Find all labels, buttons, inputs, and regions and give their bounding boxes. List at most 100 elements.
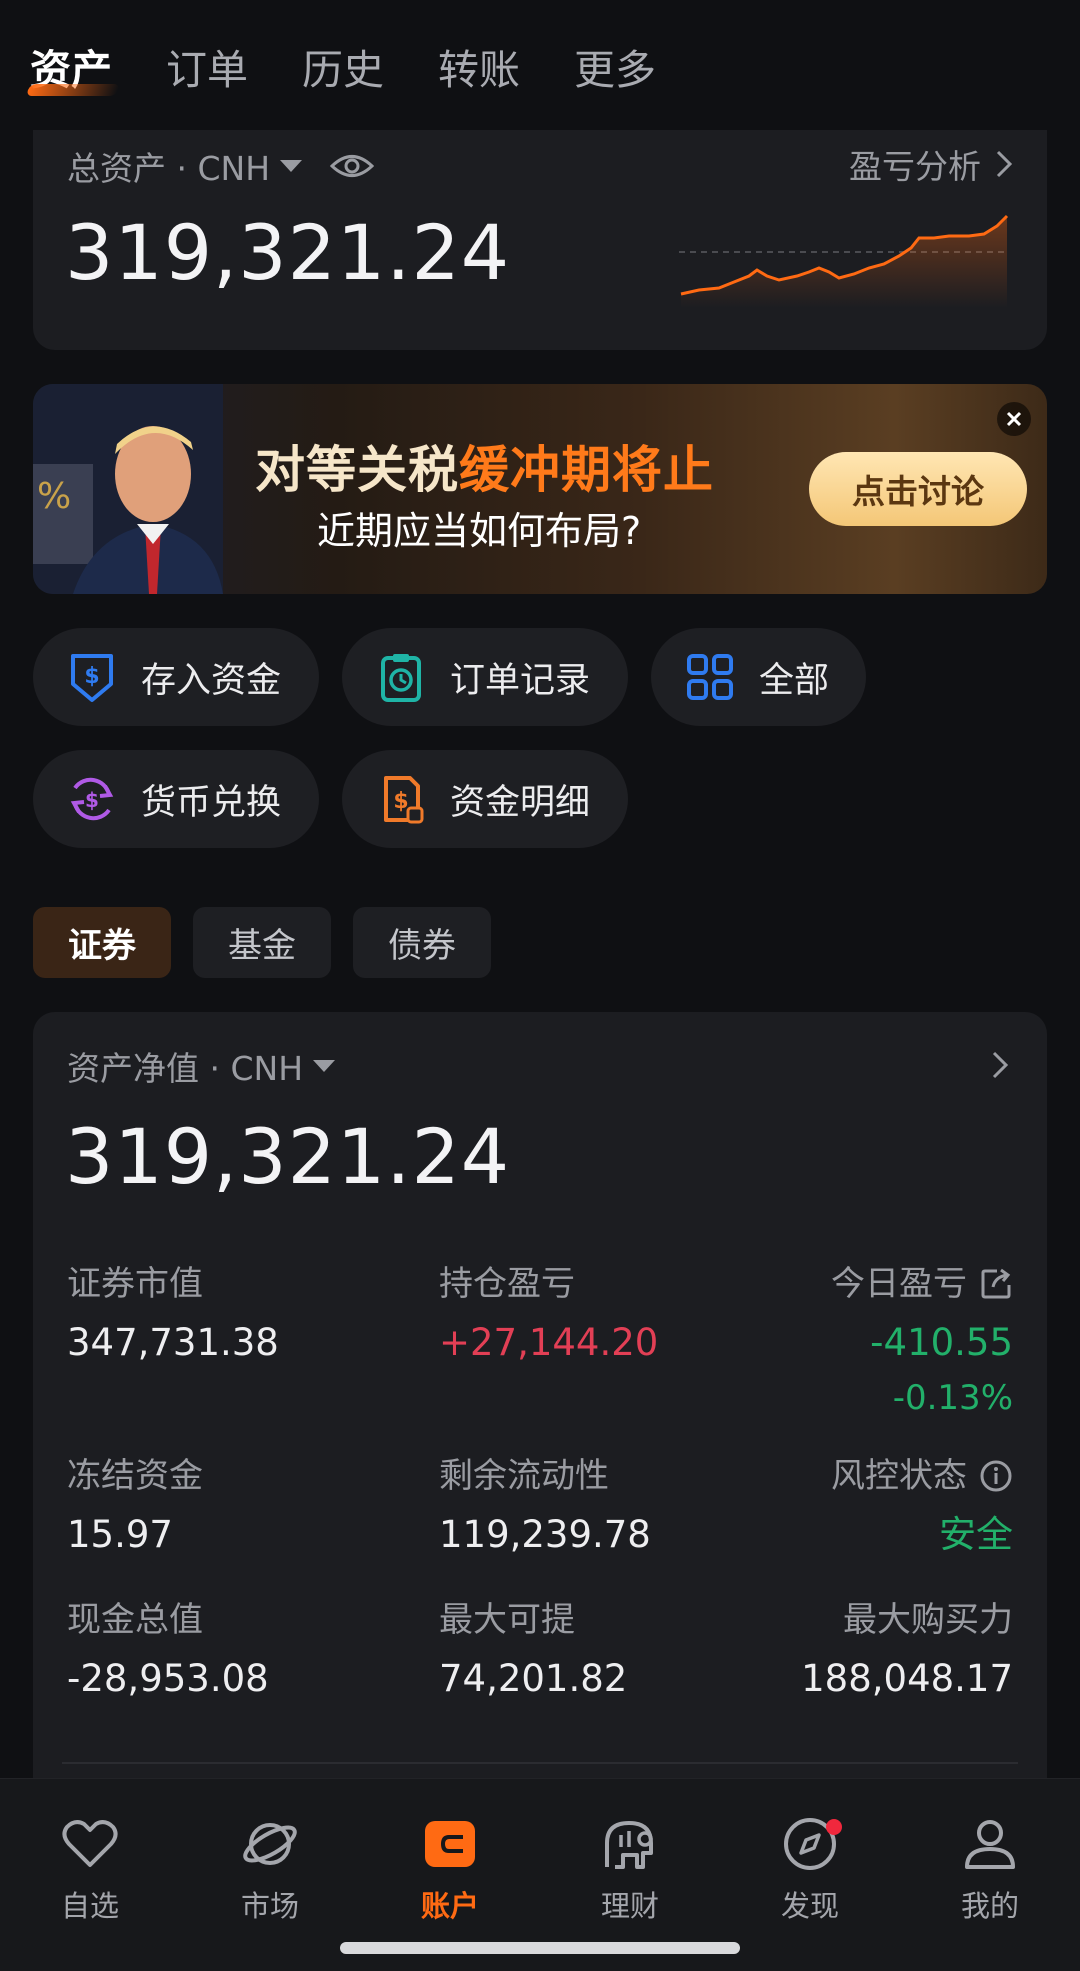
- risk-status-label-row: 风控状态: [753, 1454, 1013, 1498]
- segment-funds[interactable]: 基金: [193, 907, 331, 978]
- all-functions-button[interactable]: 全部: [651, 628, 866, 726]
- max-withdrawable-amount: 74,201.82: [439, 1657, 628, 1700]
- net-assets-card[interactable]: 资产净值 · CNH 319,321.24 证券市值 347,731.38 持仓…: [33, 1012, 1047, 1812]
- risk-status: 风控状态 安全: [753, 1454, 1013, 1560]
- position-pl: 持仓盈亏 +27,144.20: [439, 1262, 658, 1368]
- max-buying-power-amount: 188,048.17: [801, 1657, 1013, 1700]
- max-withdrawable: 最大可提 74,201.82: [439, 1598, 627, 1704]
- total-assets-card: 总资产 · CNH 盈亏分析 319,321.24: [33, 130, 1047, 350]
- pl-analysis-label: 盈亏分析: [849, 147, 981, 186]
- caret-down-icon: [313, 1060, 336, 1072]
- securities-market-value-label: 证券市值: [67, 1264, 203, 1304]
- max-buying-power: 最大购买力 188,048.17: [713, 1598, 1013, 1704]
- asset-trend-sparkline[interactable]: [679, 208, 1009, 308]
- frozen-funds-label: 冻结资金: [67, 1456, 203, 1496]
- frozen-funds-amount: 15.97: [67, 1513, 173, 1556]
- total-assets-label: 总资产 · CNH: [67, 149, 271, 188]
- grid-icon: [687, 654, 733, 700]
- svg-text:$: $: [85, 788, 99, 812]
- heart-icon: [62, 1820, 118, 1867]
- banner-title-highlight: 缓冲期将止: [459, 441, 714, 499]
- total-assets-value: 319,321.24: [65, 208, 511, 297]
- segment-bonds[interactable]: 债券: [353, 907, 491, 978]
- banner-title-plain: 对等关税: [255, 441, 459, 499]
- banner-discuss-button[interactable]: 点击讨论: [809, 452, 1027, 526]
- notification-dot: [826, 1819, 842, 1835]
- chevron-right-icon: [996, 150, 1013, 178]
- deposit-funds-button[interactable]: $ 存入资金: [33, 628, 319, 726]
- nav-account-label: 账户: [420, 1889, 479, 1923]
- remaining-liquidity-label: 剩余流动性: [439, 1456, 609, 1496]
- securities-market-value-amount: 347,731.38: [67, 1321, 279, 1364]
- pl-analysis-link[interactable]: 盈亏分析: [849, 140, 1013, 188]
- currency-exchange-icon: $: [70, 777, 114, 821]
- wallet-icon: [425, 1821, 475, 1867]
- user-icon: [965, 1820, 1015, 1869]
- nav-market[interactable]: 市场: [200, 1813, 340, 1925]
- frozen-funds: 冻结资金 15.97: [67, 1454, 203, 1560]
- nav-account[interactable]: 账户: [380, 1813, 520, 1925]
- today-pl-label: 今日盈亏: [831, 1264, 967, 1304]
- position-pl-label: 持仓盈亏: [439, 1264, 575, 1304]
- nav-watchlist[interactable]: 自选: [20, 1813, 160, 1925]
- tab-orders[interactable]: 订单: [166, 40, 248, 100]
- top-tab-bar: 资产 订单 历史 转账 更多: [30, 40, 710, 100]
- remaining-liquidity-amount: 119,239.78: [439, 1513, 651, 1556]
- chevron-right-icon[interactable]: [991, 1050, 1009, 1080]
- clipboard-clock-icon: [381, 654, 421, 702]
- nav-discover[interactable]: 发现: [740, 1813, 880, 1925]
- fund-detail-icon: $: [384, 776, 424, 824]
- svg-text:$: $: [84, 664, 99, 689]
- max-withdrawable-label: 最大可提: [439, 1600, 575, 1640]
- tab-transfer[interactable]: 转账: [438, 40, 520, 100]
- nav-wealth-label: 理财: [600, 1889, 659, 1923]
- home-indicator[interactable]: [340, 1942, 740, 1954]
- fund-details-label: 资金明细: [450, 782, 591, 823]
- today-pl: 今日盈亏 -410.55 -0.13%: [753, 1262, 1013, 1420]
- currency-exchange-button[interactable]: $ 货币兑换: [33, 750, 319, 848]
- risk-status-label: 风控状态: [831, 1456, 967, 1496]
- caret-down-icon: [280, 160, 303, 172]
- nav-market-label: 市场: [240, 1889, 299, 1923]
- total-assets-label-row[interactable]: 总资产 · CNH: [67, 142, 375, 190]
- all-functions-label: 全部: [759, 660, 830, 701]
- net-assets-label-row[interactable]: 资产净值 · CNH: [67, 1042, 336, 1090]
- svg-text:$: $: [393, 789, 408, 814]
- order-records-button[interactable]: 订单记录: [342, 628, 628, 726]
- risk-status-value: 安全: [939, 1513, 1013, 1556]
- tab-assets[interactable]: 资产: [30, 40, 112, 100]
- segment-securities[interactable]: 证券: [33, 907, 171, 978]
- net-assets-value: 319,321.24: [65, 1112, 511, 1201]
- nav-wealth[interactable]: 理财: [560, 1813, 700, 1925]
- share-icon[interactable]: [979, 1267, 1013, 1301]
- banner-title: 对等关税缓冲期将止: [255, 430, 714, 502]
- deposit-funds-label: 存入资金: [141, 660, 282, 701]
- remaining-liquidity: 剩余流动性 119,239.78: [439, 1454, 651, 1560]
- nav-me[interactable]: 我的: [920, 1813, 1060, 1925]
- info-icon[interactable]: [979, 1459, 1013, 1493]
- deposit-icon: $: [71, 654, 113, 702]
- today-pl-percent: -0.13%: [892, 1378, 1013, 1418]
- securities-market-value: 证券市值 347,731.38: [67, 1262, 279, 1368]
- cash-total-amount: -28,953.08: [67, 1657, 269, 1700]
- planet-icon: [243, 1823, 297, 1865]
- close-icon: [1006, 411, 1022, 427]
- tab-history[interactable]: 历史: [302, 40, 384, 100]
- nav-discover-label: 发现: [780, 1889, 839, 1923]
- max-buying-power-label: 最大购买力: [843, 1600, 1013, 1640]
- banner-portrait-image: %: [33, 384, 223, 594]
- currency-exchange-label: 货币兑换: [141, 782, 282, 823]
- order-records-label: 订单记录: [450, 660, 591, 701]
- divider: [62, 1762, 1018, 1764]
- nav-watchlist-label: 自选: [60, 1889, 119, 1923]
- position-pl-amount: +27,144.20: [439, 1321, 659, 1364]
- fund-details-button[interactable]: $ 资金明细: [342, 750, 628, 848]
- today-pl-label-row: 今日盈亏: [753, 1262, 1013, 1306]
- svg-text:%: %: [37, 476, 71, 517]
- banner-close-button[interactable]: [997, 402, 1031, 436]
- app-root: 资产 订单 历史 转账 更多 总资产 · CNH 盈亏分析 319,321.24: [0, 0, 1080, 1971]
- nav-me-label: 我的: [960, 1889, 1019, 1923]
- tab-more[interactable]: 更多: [574, 40, 656, 100]
- eye-icon[interactable]: [330, 151, 375, 181]
- promo-banner[interactable]: % 对等关税缓冲期将止 近期应当如何布局? 点击讨论: [33, 384, 1047, 594]
